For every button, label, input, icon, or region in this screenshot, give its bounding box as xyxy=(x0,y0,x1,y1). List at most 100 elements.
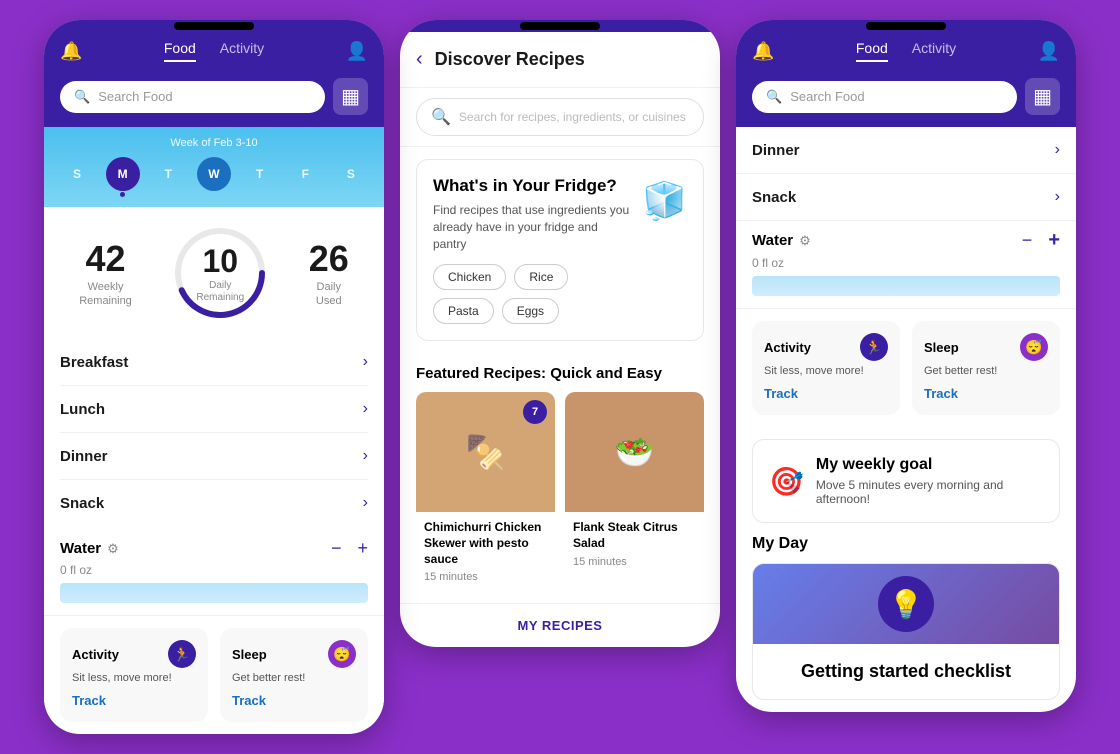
activity-tab-3[interactable]: Activity xyxy=(912,40,956,62)
pill-pasta-2[interactable]: Pasta xyxy=(433,298,494,324)
lunch-row-1[interactable]: Lunch › xyxy=(60,386,368,433)
sleep-track-btn-3[interactable]: Track xyxy=(924,386,958,401)
sleep-icon-circle-1: 😴 xyxy=(328,640,356,668)
water-name-3: Water xyxy=(752,232,793,249)
water-label-row-1: Water ⚙ xyxy=(60,540,119,557)
search-placeholder-3: Search Food xyxy=(790,89,864,104)
lunch-chevron-1: › xyxy=(363,400,368,418)
sleep-card-subtitle-1: Get better rest! xyxy=(232,672,356,684)
water-amount-1: 0 fl oz xyxy=(60,563,368,577)
activity-track-btn-1[interactable]: Track xyxy=(72,693,106,708)
phone-2: ‹ Discover Recipes 🔍 Search for recipes,… xyxy=(400,20,720,647)
recipe-name-1-2: Chimichurri Chicken Skewer with pesto sa… xyxy=(424,520,547,567)
activity-icon-circle-3: 🏃 xyxy=(860,333,888,361)
water-minus-btn-1[interactable]: − xyxy=(331,538,342,559)
activity-card-title-3: Activity xyxy=(764,340,811,355)
day-mon-1[interactable]: M xyxy=(106,157,140,191)
phone-1: 🔔 Food Activity 👤 🔍 Search Food ▦ Week o… xyxy=(44,20,384,734)
dinner-row-3[interactable]: Dinner › xyxy=(736,127,1076,174)
snack-row-1[interactable]: Snack › xyxy=(60,480,368,526)
day-dot-1 xyxy=(120,192,125,197)
recipe-card-chimichurri-2[interactable]: 🍢 7 Chimichurri Chicken Skewer with pest… xyxy=(416,392,555,591)
food-tab-3[interactable]: Food xyxy=(856,40,888,62)
day-wed-1[interactable]: W xyxy=(197,157,231,191)
bell-icon-3[interactable]: 🔔 xyxy=(752,41,774,62)
water-label-row-3: Water ⚙ xyxy=(752,232,811,249)
pill-chicken-2[interactable]: Chicken xyxy=(433,264,506,290)
sleep-icon-circle-3: 😴 xyxy=(1020,333,1048,361)
sleep-card-title-1: Sleep xyxy=(232,647,267,662)
recipe-search-placeholder-2: Search for recipes, ingredients, or cuis… xyxy=(459,110,686,124)
water-name-1: Water xyxy=(60,540,101,557)
activity-card-header-3: Activity 🏃 xyxy=(764,333,888,361)
water-wave-1 xyxy=(60,583,368,603)
cards-row-1: Activity 🏃 Sit less, move more! Track Sl… xyxy=(44,616,384,734)
lunch-label-1: Lunch xyxy=(60,401,105,418)
activity-card-3: Activity 🏃 Sit less, move more! Track xyxy=(752,321,900,415)
activity-tab-1[interactable]: Activity xyxy=(220,40,264,62)
food-tab-1[interactable]: Food xyxy=(164,40,196,62)
goal-icon-3: 🎯 xyxy=(769,465,804,498)
water-gear-icon-3[interactable]: ⚙ xyxy=(799,233,811,249)
breakfast-row-1[interactable]: Breakfast › xyxy=(60,339,368,386)
water-minus-btn-3[interactable]: − xyxy=(1022,230,1033,251)
notch-bar-1 xyxy=(174,22,254,30)
water-controls-1: − + xyxy=(331,538,368,559)
day-fri-1[interactable]: F xyxy=(288,157,322,191)
water-controls-3: − + xyxy=(1022,229,1060,252)
recipe-search-bar-2[interactable]: 🔍 Search for recipes, ingredients, or cu… xyxy=(416,98,704,136)
person-icon-1[interactable]: 👤 xyxy=(346,41,368,62)
fridge-title-2: What's in Your Fridge? xyxy=(433,176,630,196)
checklist-img-3: 💡 xyxy=(753,564,1059,644)
featured-title-2: Featured Recipes: Quick and Easy xyxy=(416,365,704,382)
recipe-name-2-2: Flank Steak Citrus Salad xyxy=(573,520,696,551)
snack-chevron-3: › xyxy=(1055,188,1060,206)
person-icon-3[interactable]: 👤 xyxy=(1038,41,1060,62)
back-btn-2[interactable]: ‹ xyxy=(416,48,423,71)
recipe-cards-2: 🍢 7 Chimichurri Chicken Skewer with pest… xyxy=(416,392,704,591)
activity-track-btn-3[interactable]: Track xyxy=(764,386,798,401)
my-recipes-btn-2[interactable]: MY RECIPES xyxy=(400,603,720,647)
dinner-row-1[interactable]: Dinner › xyxy=(60,433,368,480)
water-plus-btn-1[interactable]: + xyxy=(357,538,368,559)
barcode-icon-1[interactable]: ▦ xyxy=(333,78,368,115)
day-tue-1[interactable]: T xyxy=(151,157,185,191)
day-circles-1: S M T W T F S xyxy=(60,157,368,191)
day-sun-1[interactable]: S xyxy=(60,157,94,191)
search-input-1[interactable]: 🔍 Search Food xyxy=(60,81,325,113)
fridge-card-2[interactable]: What's in Your Fridge? Find recipes that… xyxy=(416,159,704,341)
snack-row-3[interactable]: Snack › xyxy=(736,174,1076,221)
activity-card-header-1: Activity 🏃 xyxy=(72,640,196,668)
weekly-goal-card-3[interactable]: 🎯 My weekly goal Move 5 minutes every mo… xyxy=(752,439,1060,523)
recipe-card-flank-2[interactable]: 🥗 Flank Steak Citrus Salad 15 minutes xyxy=(565,392,704,591)
day-thu-1[interactable]: T xyxy=(243,157,277,191)
week-label-1: Week of Feb 3-10 xyxy=(60,137,368,149)
water-plus-btn-3[interactable]: + xyxy=(1048,229,1060,252)
daily-number-1: 10 xyxy=(196,243,244,280)
my-day-section-3: My Day 💡 Getting started checklist xyxy=(736,535,1076,712)
checklist-title-3: Getting started checklist xyxy=(769,660,1043,683)
pill-eggs-2[interactable]: Eggs xyxy=(502,298,559,324)
snack-label-1: Snack xyxy=(60,495,104,512)
fridge-description-2: Find recipes that use ingredients you al… xyxy=(433,202,630,252)
donut-center-1: 10 DailyRemaining xyxy=(196,243,244,304)
bell-icon-1[interactable]: 🔔 xyxy=(60,41,82,62)
dinner-chevron-1: › xyxy=(363,447,368,465)
goal-description-3: Move 5 minutes every morning and afterno… xyxy=(816,478,1043,506)
phone-notch-2 xyxy=(400,20,720,32)
sleep-track-btn-1[interactable]: Track xyxy=(232,693,266,708)
fridge-text-2: What's in Your Fridge? Find recipes that… xyxy=(433,176,630,324)
sleep-card-title-3: Sleep xyxy=(924,340,959,355)
search-icon-1: 🔍 xyxy=(74,89,90,105)
sleep-card-header-1: Sleep 😴 xyxy=(232,640,356,668)
water-gear-icon-1[interactable]: ⚙ xyxy=(107,541,119,557)
day-sat-1[interactable]: S xyxy=(334,157,368,191)
pill-rice-2[interactable]: Rice xyxy=(514,264,568,290)
water-right-header-3: Water ⚙ − + xyxy=(752,229,1060,252)
breakfast-chevron-1: › xyxy=(363,353,368,371)
used-stat-1: 26 DailyUsed xyxy=(309,238,349,309)
barcode-icon-3[interactable]: ▦ xyxy=(1025,78,1060,115)
checklist-card-3[interactable]: 💡 Getting started checklist xyxy=(752,563,1060,700)
snack-label-3: Snack xyxy=(752,189,796,206)
search-input-3[interactable]: 🔍 Search Food xyxy=(752,81,1017,113)
